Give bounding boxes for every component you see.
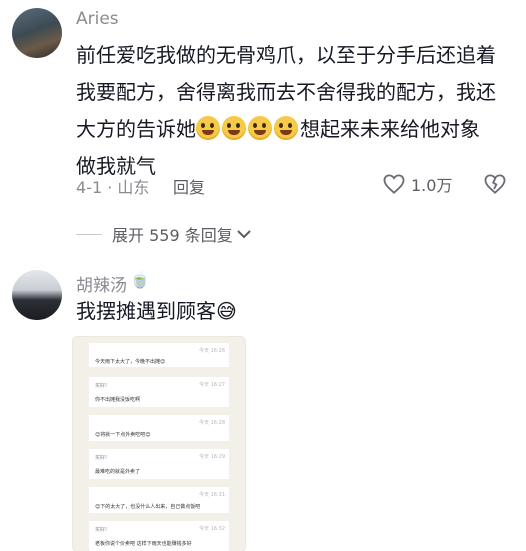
like-count: 1.0万 xyxy=(411,176,453,195)
divider-line xyxy=(76,233,102,235)
message-text: 最难吃的就是外卖了 xyxy=(95,469,141,475)
avatar[interactable] xyxy=(12,8,62,58)
chat-message: 今天 16:32 买好! 老板你说个价卖吧 这样下雨天也能赚钱多好 xyxy=(89,521,229,551)
attached-screenshot[interactable]: 今天 16:26 今天雨下太大了，今晚不出摊😊 今天 16:27 买好! 你不出… xyxy=(73,337,245,551)
message-time: 今天 16:27 xyxy=(199,382,225,388)
comment-line: 大方的告诉她 想起来未来给他对象 xyxy=(76,111,516,148)
date-location: 4-1 · 山东 xyxy=(76,178,150,197)
reply-button[interactable]: 回复 xyxy=(173,174,205,198)
avatar[interactable] xyxy=(12,270,62,320)
message-text: 😊将就一下点外卖吃吧😊 xyxy=(95,432,151,438)
chat-message: 今天 16:28 😊将就一下点外卖吃吧😊 xyxy=(89,415,229,441)
chat-message: 今天 16:29 买好! 最难吃的就是外卖了 xyxy=(89,449,229,479)
comment-line: 前任爱吃我做的无骨鸡爪，以至于分手后还追着 xyxy=(76,43,496,67)
like-button[interactable]: 1.0万 xyxy=(383,172,452,196)
expand-replies-label: 展开 559 条回复 xyxy=(112,226,233,245)
comment-line-text: 大方的告诉她 xyxy=(76,117,196,141)
message-text: 😊下的太大了，也没什么人出来，自己做点饭吧 xyxy=(95,504,201,510)
comment-text: 前任爱吃我做的无骨鸡爪，以至于分手后还追着 我要配方，舍得离我而去不舍得我的配方… xyxy=(76,37,516,185)
smile-emoji-icon xyxy=(274,116,298,140)
chevron-down-icon xyxy=(237,230,251,239)
comment-line-text: 想起来未来给他对象 xyxy=(300,117,480,141)
message-time: 今天 16:28 xyxy=(199,420,225,426)
expand-replies-button[interactable]: 展开 559 条回复 xyxy=(76,222,252,246)
smile-emoji-icon xyxy=(196,116,220,140)
heart-icon xyxy=(383,174,405,194)
dislike-button[interactable] xyxy=(484,174,506,198)
message-text: 老板你说个价卖吧 这样下雨天也能赚钱多好 xyxy=(95,541,192,547)
chat-message: 今天 16:27 买好! 你不出摊我没饭吃啊 xyxy=(89,377,229,407)
comment-text: 我摆摊遇到顾客😅 xyxy=(76,293,516,330)
comment-text-content: 我摆摊遇到顾客 xyxy=(76,299,216,323)
broken-heart-icon xyxy=(484,174,506,194)
username[interactable]: Aries xyxy=(76,9,119,29)
message-sender: 买好! xyxy=(95,455,108,461)
message-time: 今天 16:31 xyxy=(199,492,225,498)
message-text: 今天雨下太大了，今晚不出摊😊 xyxy=(95,359,166,365)
message-time: 今天 16:29 xyxy=(199,454,225,460)
chat-message: 今天 16:26 今天雨下太大了，今晚不出摊😊 xyxy=(89,343,229,367)
chat-message: 今天 16:31 😊下的太大了，也没什么人出来，自己做点饭吧 xyxy=(89,487,229,513)
sweat-smile-emoji-icon: 😅 xyxy=(216,299,237,323)
smile-emoji-icon xyxy=(222,116,246,140)
message-text: 你不出摊我没饭吃啊 xyxy=(95,397,141,403)
message-sender: 买好! xyxy=(95,383,108,389)
comment-line: 我要配方，舍得离我而去不舍得我的配方，我还 xyxy=(76,80,496,104)
soup-emoji-icon: 🍵 xyxy=(130,270,150,289)
message-time: 今天 16:26 xyxy=(199,348,225,354)
smile-emoji-icon xyxy=(248,116,272,140)
message-time: 今天 16:32 xyxy=(199,526,225,532)
message-sender: 买好! xyxy=(95,527,108,533)
